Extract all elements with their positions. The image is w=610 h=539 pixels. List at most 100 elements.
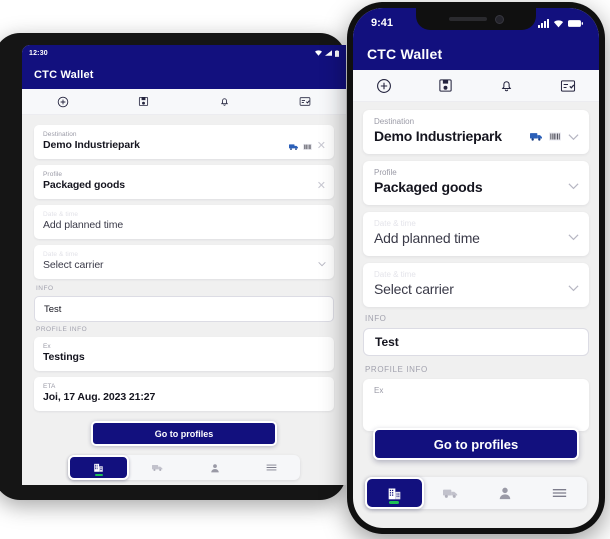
add-circle-icon[interactable] xyxy=(376,78,392,94)
phone-device-frame: 9:41 CTC Wallet Destination Demo Industr… xyxy=(347,2,605,534)
phone-go-to-profiles-button[interactable]: Go to profiles xyxy=(373,428,579,460)
screenshot-stage: 12:30 CTC Wallet Destination Demo Indust… xyxy=(0,0,610,539)
tablet-nav-item-sites[interactable] xyxy=(68,455,129,480)
field-label: Profile xyxy=(374,168,397,177)
truck-icon[interactable] xyxy=(288,142,298,150)
bell-icon[interactable] xyxy=(499,78,514,93)
phone-profileinfo-ex: Ex xyxy=(363,379,589,431)
building-icon xyxy=(388,488,401,499)
field-value: Testings xyxy=(43,351,85,363)
tablet-nav-item-more[interactable] xyxy=(243,455,300,480)
phone-profile-trailing xyxy=(568,183,579,190)
phone-status-time: 9:41 xyxy=(371,17,394,29)
phone-destination-trailing xyxy=(530,132,579,142)
tablet-field-planned-time[interactable]: Date & time Add planned time xyxy=(34,205,334,239)
field-value: Add planned time xyxy=(374,230,480,246)
tablet-profile-section-label: PROFILE INFO xyxy=(36,326,88,333)
signal-icon xyxy=(325,50,332,56)
field-label: Ex xyxy=(43,343,51,350)
tablet-field-profile[interactable]: Profile Packaged goods ✕ xyxy=(34,165,334,199)
clear-icon[interactable]: ✕ xyxy=(317,140,326,152)
phone-nav-item-more[interactable] xyxy=(533,477,588,509)
field-value: Select carrier xyxy=(374,281,454,297)
active-indicator xyxy=(389,501,400,504)
tablet-carrier-trailing xyxy=(318,262,326,267)
phone-field-planned-time[interactable]: Date & time Add planned time xyxy=(363,212,589,256)
active-indicator xyxy=(94,474,103,476)
phone-app-title: CTC Wallet xyxy=(367,46,443,62)
menu-icon xyxy=(266,464,277,471)
speaker-grille xyxy=(448,17,487,21)
phone-field-profile[interactable]: Profile Packaged goods xyxy=(363,161,589,205)
tablet-status-bar: 12:30 xyxy=(22,45,346,61)
tablet-go-to-profiles-button[interactable]: Go to profiles xyxy=(91,421,277,446)
field-value: Select carrier xyxy=(43,259,104,271)
tablet-info-section-label: INFO xyxy=(36,285,54,292)
phone-app-bar: CTC Wallet xyxy=(353,38,599,70)
clear-icon[interactable]: ✕ xyxy=(317,180,326,192)
field-label: Date & time xyxy=(43,211,79,218)
truck-icon xyxy=(443,489,458,498)
save-icon[interactable] xyxy=(138,96,149,107)
field-label: Date & time xyxy=(43,251,79,258)
truck-icon[interactable] xyxy=(530,132,542,142)
field-label: Date & time xyxy=(374,270,416,279)
phone-nav-item-sites[interactable] xyxy=(365,477,424,509)
field-label: Profile xyxy=(43,171,63,178)
task-list-icon[interactable] xyxy=(560,79,576,93)
tablet-app-title: CTC Wallet xyxy=(34,69,94,81)
phone-status-icons xyxy=(538,18,583,28)
bell-icon[interactable] xyxy=(219,96,230,107)
chevron-down-icon[interactable] xyxy=(568,133,579,140)
phone-nav-item-profile[interactable] xyxy=(478,477,533,509)
phone-planned-time-trailing xyxy=(568,234,579,241)
tablet-field-destination[interactable]: Destination Demo Industriepark ✕ xyxy=(34,125,334,159)
add-circle-icon[interactable] xyxy=(57,96,69,108)
tablet-status-time: 12:30 xyxy=(29,49,48,57)
menu-icon xyxy=(553,489,567,497)
field-label: Destination xyxy=(374,117,415,126)
chevron-down-icon[interactable] xyxy=(568,234,579,241)
front-camera-icon xyxy=(494,14,504,24)
tablet-profileinfo-eta: ETA Joi, 17 Aug. 2023 21:27 xyxy=(34,377,334,411)
tablet-app-bar: CTC Wallet xyxy=(22,61,346,89)
tablet-bottom-nav xyxy=(68,455,300,480)
phone-profile-section-label: PROFILE INFO xyxy=(365,365,428,374)
tablet-nav-item-transports[interactable] xyxy=(129,455,186,480)
building-icon xyxy=(94,463,103,472)
phone-info-section-label: INFO xyxy=(365,314,387,323)
tablet-toolbar xyxy=(22,89,346,115)
save-icon[interactable] xyxy=(438,78,453,93)
phone-screen: 9:41 CTC Wallet Destination Demo Industr… xyxy=(353,8,599,528)
signal-icon xyxy=(538,18,549,28)
tablet-info-value: Test xyxy=(44,303,62,315)
tablet-nav-item-profile[interactable] xyxy=(186,455,243,480)
field-value: Demo Industriepark xyxy=(43,139,140,151)
battery-icon xyxy=(335,49,339,57)
field-label: ETA xyxy=(43,383,56,390)
phone-nav-item-transports[interactable] xyxy=(424,477,479,509)
wifi-icon xyxy=(553,19,564,27)
tablet-info-input[interactable]: Test xyxy=(34,296,334,322)
tablet-form-body: Destination Demo Industriepark ✕ Profile… xyxy=(22,115,346,480)
phone-carrier-trailing xyxy=(568,285,579,292)
task-list-icon[interactable] xyxy=(299,96,311,107)
tablet-field-carrier[interactable]: Date & time Select carrier xyxy=(34,245,334,279)
field-label: Destination xyxy=(43,131,77,138)
phone-field-carrier[interactable]: Date & time Select carrier xyxy=(363,263,589,307)
tablet-profile-trailing: ✕ xyxy=(317,180,326,192)
tablet-screen: 12:30 CTC Wallet Destination Demo Indust… xyxy=(22,45,346,485)
chevron-down-icon[interactable] xyxy=(568,285,579,292)
tablet-device-frame: 12:30 CTC Wallet Destination Demo Indust… xyxy=(0,33,346,500)
tablet-destination-trailing: ✕ xyxy=(288,140,326,152)
person-icon xyxy=(210,463,219,472)
phone-field-destination[interactable]: Destination Demo Industriepark xyxy=(363,110,589,154)
tablet-profileinfo-ex: Ex Testings xyxy=(34,337,334,371)
phone-form-body: Destination Demo Industriepark Profile P… xyxy=(353,102,599,431)
chevron-down-icon[interactable] xyxy=(318,262,326,267)
barcode-icon[interactable] xyxy=(549,132,561,142)
truck-icon xyxy=(152,465,163,471)
phone-info-input[interactable]: Test xyxy=(363,328,589,356)
chevron-down-icon[interactable] xyxy=(568,183,579,190)
barcode-icon[interactable] xyxy=(302,142,312,150)
